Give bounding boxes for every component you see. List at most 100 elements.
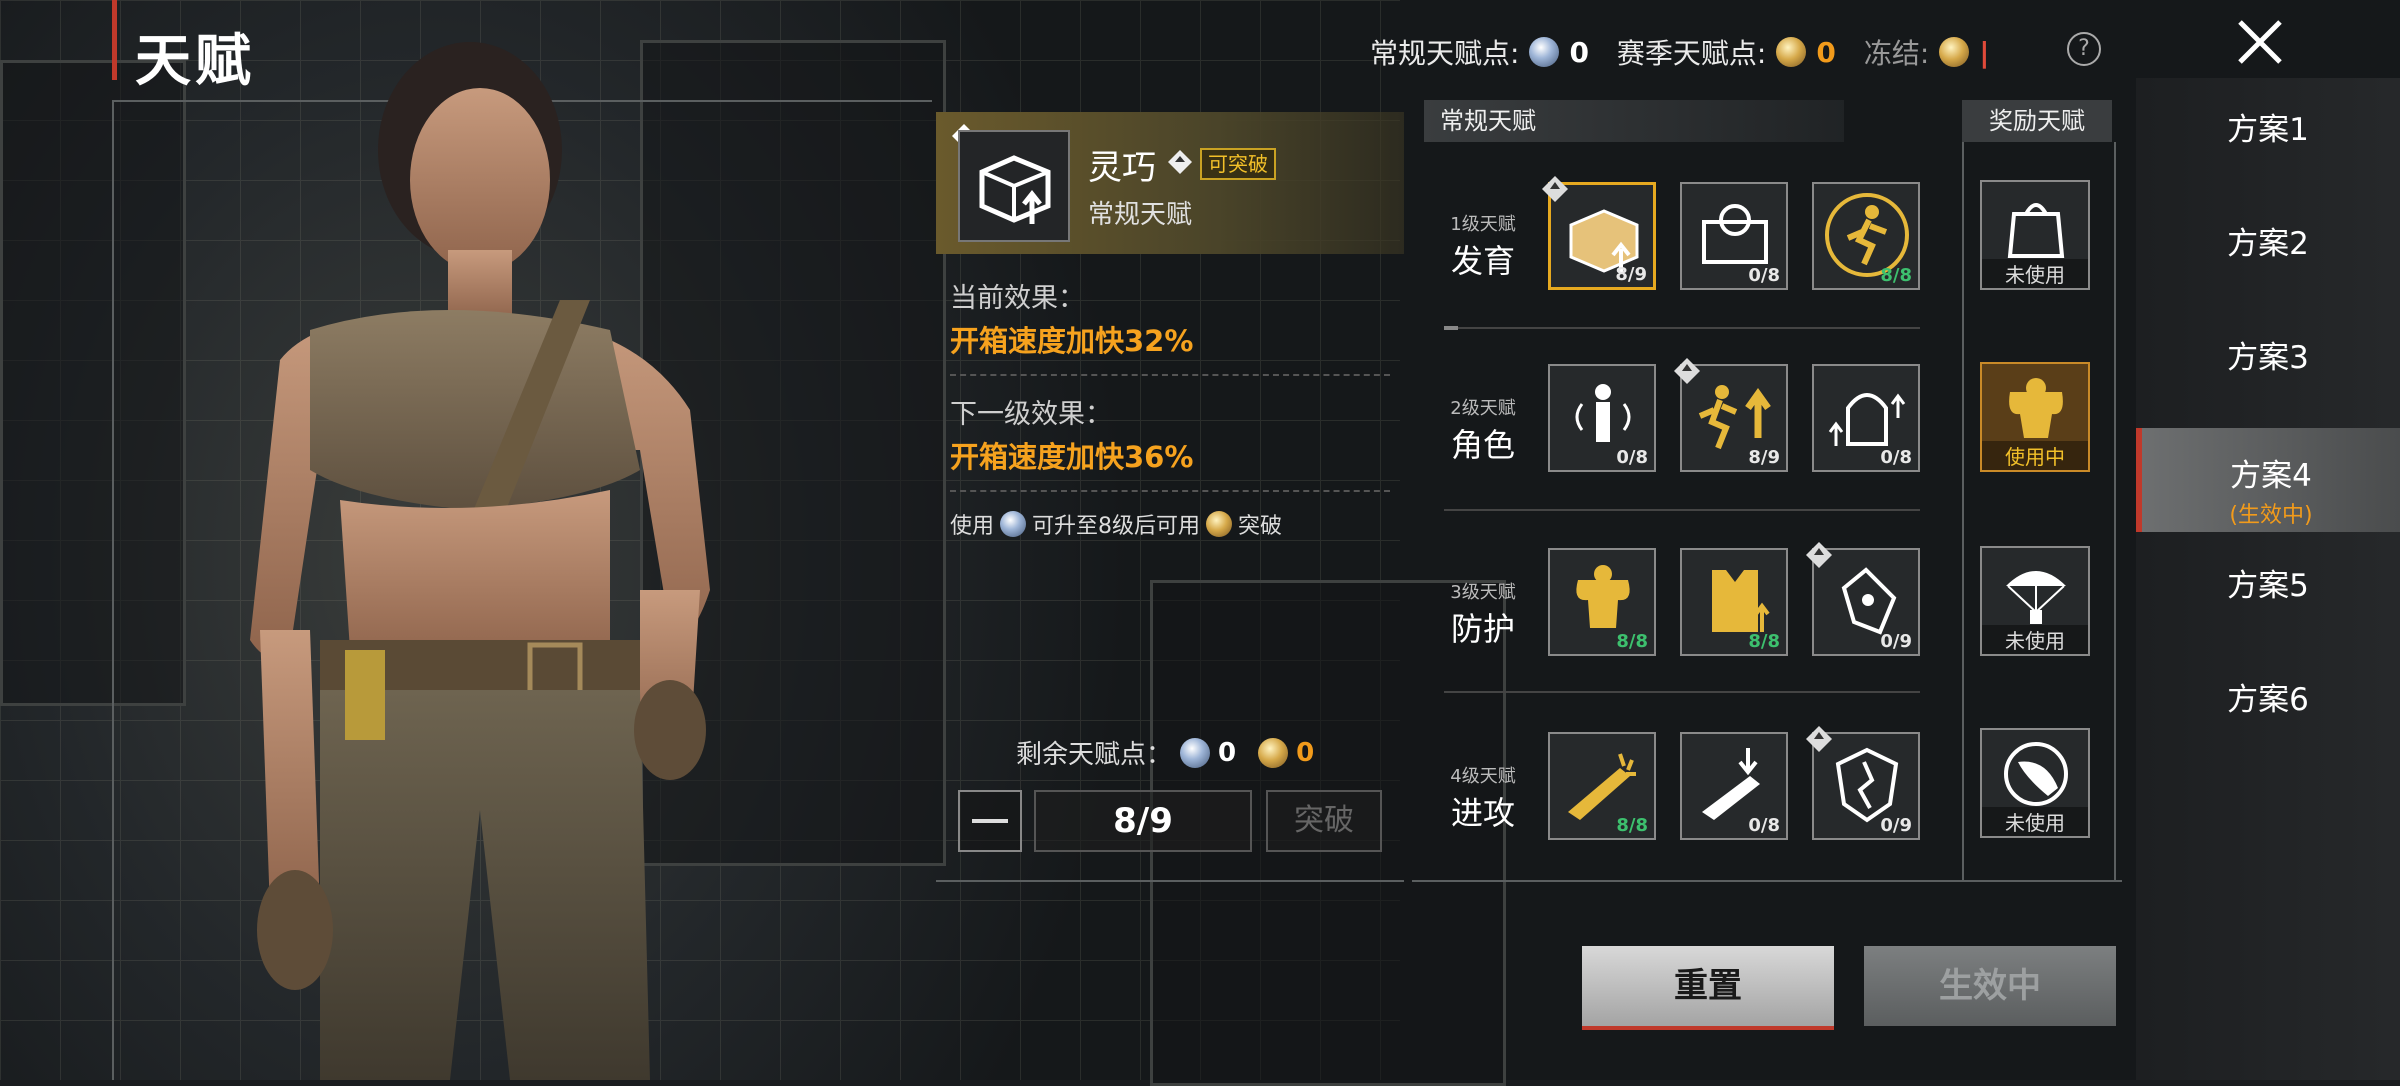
upgrade-diamond-icon — [1806, 726, 1832, 752]
divider — [950, 490, 1390, 492]
tab-label: 方案4 — [2230, 458, 2312, 494]
row-label-1: 1级天赋 发育 — [1428, 210, 1538, 282]
talent-tile-rifle-spark[interactable]: 8/8 — [1548, 732, 1656, 840]
regular-points-label: 常规天赋点: — [1370, 37, 1520, 70]
talent-tile-sprint[interactable]: 8/8 — [1812, 182, 1920, 290]
tile-count: 8/8 — [1748, 631, 1780, 652]
character-portrait — [250, 42, 710, 1080]
talent-detail-icon — [958, 130, 1070, 242]
tab-scheme-6[interactable]: 方案6 — [2136, 670, 2400, 770]
upgrade-diamond-icon — [1674, 358, 1700, 384]
tile-count: 0/8 — [1880, 447, 1912, 468]
tab-label: 方案1 — [2227, 112, 2309, 148]
reward-status: 未使用 — [1982, 625, 2088, 654]
row-name-text: 发育 — [1450, 242, 1515, 280]
tile-count: 0/8 — [1748, 815, 1780, 836]
talent-tile-armor[interactable]: 8/8 — [1680, 548, 1788, 656]
tile-count: 0/9 — [1880, 815, 1912, 836]
row-name-text: 进攻 — [1450, 794, 1515, 832]
reset-button[interactable]: 重置 — [1582, 946, 1834, 1030]
reward-tile-strong-man[interactable]: 使用中 — [1980, 362, 2090, 472]
tile-count: 8/9 — [1615, 264, 1647, 285]
tile-count: 8/8 — [1880, 265, 1912, 286]
close-icon[interactable] — [2232, 14, 2288, 70]
row-level-text: 2级天赋 — [1450, 398, 1516, 419]
help-icon[interactable]: ? — [2067, 32, 2101, 66]
talent-tile-helmet-backpack[interactable]: 0/8 — [1812, 364, 1920, 472]
current-effect-label: 当前效果： — [950, 283, 1085, 314]
usage-suffix: 突破 — [1238, 514, 1283, 539]
tab-scheme-3[interactable]: 方案3 — [2136, 328, 2400, 428]
scheme-tab-list: 方案1 方案2 方案3 方案4 (生效中) 方案5 方案6 — [2136, 78, 2400, 1080]
row-separator — [1444, 326, 1920, 330]
reward-status: 未使用 — [1982, 807, 2088, 836]
break-diamond-icon — [1168, 150, 1192, 174]
talent-type: 常规天赋 — [1088, 200, 1193, 230]
tab-scheme-5[interactable]: 方案5 — [2136, 556, 2400, 656]
row-name-text: 防护 — [1450, 610, 1515, 648]
row-level-text: 1级天赋 — [1450, 214, 1516, 235]
upgrade-diamond-icon — [1542, 176, 1568, 202]
upgrade-diamond-icon — [1806, 542, 1832, 568]
frame-line — [112, 100, 114, 1080]
reward-tile-bullet[interactable]: 未使用 — [1980, 728, 2090, 838]
tile-count: 8/8 — [1616, 815, 1648, 836]
frame-line — [1962, 142, 1964, 882]
regular-points-value: 0 — [1569, 35, 1589, 69]
talent-tile-sound[interactable]: 0/8 — [1548, 364, 1656, 472]
loot-box-icon — [979, 155, 1051, 224]
current-effect-value: 开箱速度加快32% — [950, 324, 1194, 358]
tab-scheme-1[interactable]: 方案1 — [2136, 100, 2400, 200]
talent-tile-rifle-reload[interactable]: 0/8 — [1680, 732, 1788, 840]
tile-count: 0/8 — [1616, 447, 1648, 468]
frozen-coin-icon — [1939, 37, 1970, 67]
row-separator — [1444, 691, 1920, 693]
regular-talent-header: 常规天赋 — [1424, 100, 1844, 142]
usage-middle: 可升至8级后可用 — [1032, 514, 1201, 539]
breakable-badge: 可突破 — [1200, 148, 1276, 180]
row-separator — [1444, 509, 1920, 511]
reward-status: 使用中 — [1982, 441, 2088, 470]
season-points-label: 赛季天赋点: — [1616, 37, 1767, 70]
title-accent-bar — [112, 0, 117, 80]
break-requirement: 使用 可升至8级后可用 突破 — [950, 508, 1282, 540]
tile-count: 8/8 — [1616, 631, 1648, 652]
next-effect-value: 开箱速度加快36% — [950, 440, 1194, 474]
reward-tile-backpack[interactable]: 未使用 — [1980, 180, 2090, 290]
decrease-level-button[interactable] — [958, 790, 1022, 852]
tab-label: 方案6 — [2227, 682, 2309, 718]
talent-detail-panel: 灵巧 可突破 常规天赋 当前效果： 开箱速度加快32% 下一级效果： 开箱速度加… — [936, 112, 1404, 880]
regular-point-coin-icon — [1000, 511, 1027, 537]
in-effect-button[interactable]: 生效中 — [1864, 946, 2116, 1026]
talent-tile-muscle[interactable]: 8/8 — [1548, 548, 1656, 656]
tab-active-status: (生效中) — [2229, 503, 2313, 528]
reward-tile-parachute[interactable]: 未使用 — [1980, 546, 2090, 656]
talent-tile-supply-crate[interactable]: 0/8 — [1680, 182, 1788, 290]
next-effect-label: 下一级效果： — [950, 399, 1112, 430]
regular-point-coin-icon — [1180, 737, 1211, 768]
row-label-2: 2级天赋 角色 — [1428, 394, 1538, 466]
remaining-label: 剩余天赋点： — [1016, 740, 1173, 770]
tab-scheme-2[interactable]: 方案2 — [2136, 214, 2400, 314]
row-name-text: 角色 — [1450, 426, 1515, 464]
reward-talent-header: 奖励天赋 — [1962, 100, 2112, 142]
background-shelf — [0, 60, 186, 706]
tab-label: 方案3 — [2227, 340, 2309, 376]
regular-point-coin-icon — [1529, 37, 1560, 67]
tile-count: 8/9 — [1748, 447, 1780, 468]
season-point-coin-icon — [1776, 37, 1807, 67]
talent-level-display: 8/9 — [1034, 790, 1252, 852]
frame-line — [936, 880, 1404, 882]
tile-count: 0/8 — [1748, 265, 1780, 286]
tab-scheme-4[interactable]: 方案4 (生效中) — [2136, 428, 2400, 532]
tile-count: 0/9 — [1880, 631, 1912, 652]
remaining-season-value: 0 — [1296, 737, 1315, 768]
row-label-4: 4级天赋 进攻 — [1428, 762, 1538, 834]
talent-name: 灵巧 — [1088, 148, 1156, 188]
row-level-text: 3级天赋 — [1450, 582, 1516, 603]
reward-status: 未使用 — [1982, 259, 2088, 288]
row-label-3: 3级天赋 防护 — [1428, 578, 1538, 650]
break-button[interactable]: 突破 — [1266, 790, 1382, 852]
frozen-label: 冻结: — [1863, 37, 1930, 70]
frame-line — [1412, 880, 2122, 882]
